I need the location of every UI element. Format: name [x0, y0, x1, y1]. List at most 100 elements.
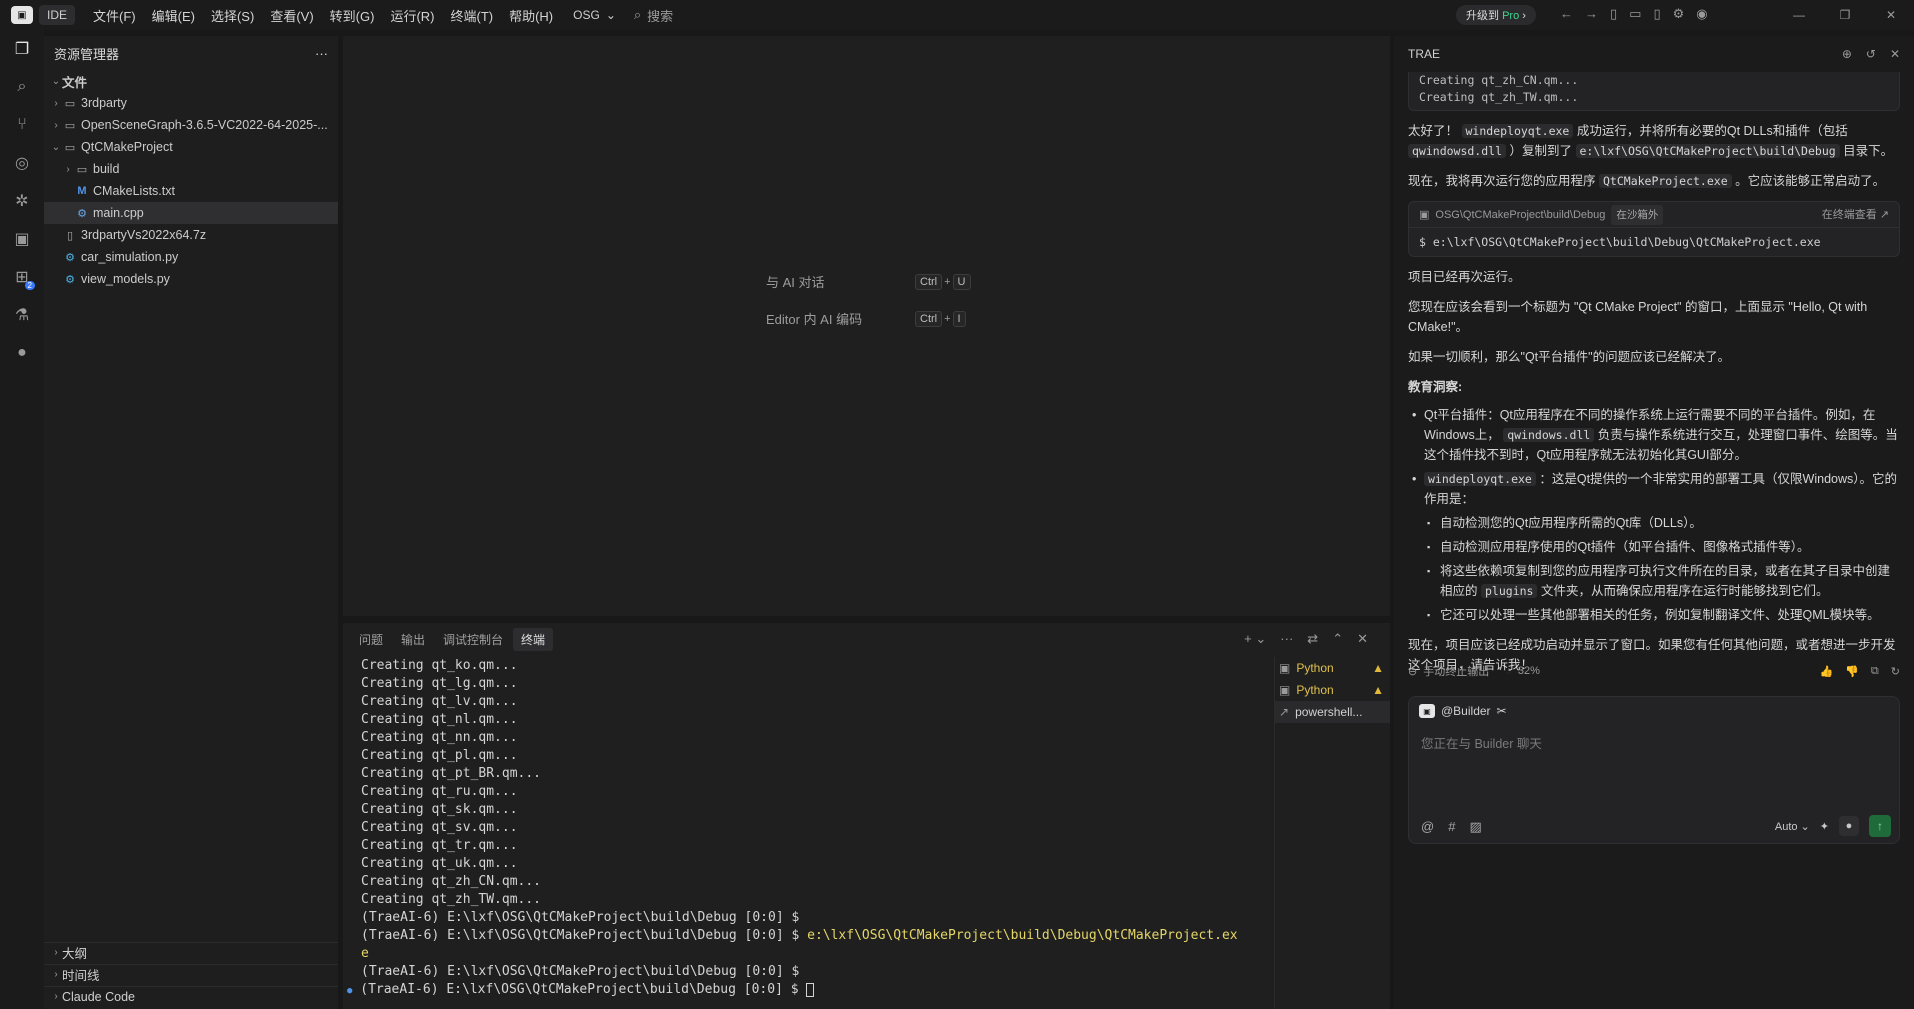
stop-icon[interactable]: ⊖ — [1408, 665, 1417, 678]
toggle-chat-icon[interactable]: ▯ — [1653, 6, 1660, 22]
search-placeholder: 搜索 — [647, 8, 674, 24]
text: 文件夹，从而确保应用程序在运行时能够找到它们。 — [1540, 584, 1829, 598]
ide-tab[interactable]: IDE — [39, 5, 76, 25]
menu-selection[interactable]: 选择(S) — [203, 6, 262, 25]
minimize-icon[interactable]: — — [1776, 0, 1822, 30]
command-block: ▣ OSG\QtCMakeProject\build\Debug 在沙箱外 在终… — [1408, 201, 1900, 257]
copy-icon[interactable]: ⧉ — [1871, 665, 1879, 678]
progress-label: 32% — [1517, 665, 1540, 677]
close-window-icon[interactable]: ✕ — [1868, 0, 1914, 30]
thumbs-up-icon[interactable]: 👍 — [1820, 665, 1834, 678]
stop-output-label[interactable]: 手动终止输出 — [1423, 663, 1489, 679]
tree-item-openscenegraph[interactable]: › ▭ OpenSceneGraph-3.6.5-VC2022-64-2025-… — [44, 114, 338, 136]
extensions-icon[interactable]: ⊞ 2 — [0, 258, 44, 296]
menu-go[interactable]: 转到(G) — [322, 6, 383, 25]
image-attach-icon[interactable]: ▨ — [1469, 819, 1481, 835]
menu-view[interactable]: 查看(V) — [262, 6, 321, 25]
chat-paragraph: 项目已经再次运行。 — [1408, 270, 1521, 284]
terminal-line: Creating qt_ru.qm... — [361, 784, 518, 799]
spinner-icon: ◔ — [1505, 665, 1512, 677]
workspace-selector[interactable]: OSG ⌄ — [573, 8, 616, 22]
back-arrow-icon[interactable]: ← — [1560, 6, 1573, 22]
tab-terminal[interactable]: 终端 — [513, 627, 554, 651]
model-selector[interactable]: Auto ⌄ — [1775, 820, 1810, 833]
mention-icon[interactable]: @ — [1421, 819, 1434, 835]
explorer-icon[interactable]: ❐ — [0, 30, 44, 68]
terminal-item-python[interactable]: ▣ Python ▲ — [1275, 679, 1390, 701]
terminal-list: ▣ Python ▲ ▣ Python ▲ ↗ powershell... — [1274, 657, 1390, 1009]
maximize-panel-icon[interactable]: ⌃ — [1332, 631, 1343, 647]
search-box[interactable]: ⌕ 搜索 — [634, 6, 673, 25]
tree-item-build[interactable]: › ▭ build — [44, 158, 338, 180]
tree-root-folder[interactable]: ⌄ 文件 — [44, 70, 338, 92]
sparkle-icon[interactable]: ✦ — [1820, 820, 1829, 833]
chevron-right-icon: › — [1522, 10, 1526, 22]
terminal-icon: ▣ — [1419, 208, 1430, 221]
tree-item-view-models[interactable]: ⚙ view_models.py — [44, 268, 338, 290]
folder-icon: ▭ — [76, 163, 88, 176]
forward-arrow-icon[interactable]: → — [1585, 6, 1598, 22]
new-chat-icon[interactable]: ⊕ — [1842, 47, 1852, 61]
menu-run[interactable]: 运行(R) — [382, 6, 442, 25]
toggle-sidebar-icon[interactable]: ▯ — [1610, 6, 1617, 22]
remote-explorer-icon[interactable]: ◎ — [0, 144, 44, 182]
tree-item-main-cpp[interactable]: ⚙ main.cpp — [44, 202, 338, 224]
tree-item-3rdparty[interactable]: › ▭ 3rdparty — [44, 92, 338, 114]
menu-file[interactable]: 文件(F) — [85, 6, 144, 25]
terminal-item-python[interactable]: ▣ Python ▲ — [1275, 657, 1390, 679]
tree-item-cmakelists[interactable]: M CMakeLists.txt — [44, 180, 338, 202]
terminal-output[interactable]: Creating qt_ko.qm... Creating qt_lg.qm..… — [347, 657, 1361, 1000]
terminal-cursor — [806, 982, 815, 997]
terminal-line: Creating qt_sv.qm... — [361, 820, 518, 835]
tab-output[interactable]: 输出 — [393, 628, 433, 651]
send-button[interactable]: ↑ — [1869, 815, 1891, 837]
code-line: Creating qt_zh_TW.qm... — [1419, 90, 1579, 104]
tree-item-3rdparty-archive[interactable]: ▯ 3rdpartyVs2022x64.7z — [44, 224, 338, 246]
remote-window-icon[interactable]: ▣ — [0, 220, 44, 258]
chat-input-placeholder[interactable]: 您正在与 Builder 聊天 — [1421, 733, 1542, 752]
tab-debug-console[interactable]: 调试控制台 — [435, 628, 511, 651]
agent-selector[interactable]: ▣ @Builder ✂ — [1409, 697, 1899, 725]
upgrade-pro-button[interactable]: 升级到 Pro › — [1456, 5, 1536, 25]
hash-context-icon[interactable]: # — [1448, 819, 1455, 835]
tree-item-car-simulation[interactable]: ⚙ car_simulation.py — [44, 246, 338, 268]
menu-edit[interactable]: 编辑(E) — [144, 6, 203, 25]
menu-terminal[interactable]: 终端(T) — [442, 6, 501, 25]
ai-assistant-icon[interactable]: ● — [0, 334, 44, 372]
menu-help[interactable]: 帮助(H) — [501, 6, 561, 25]
key-u: U — [952, 273, 971, 290]
toggle-panel-icon[interactable]: ▭ — [1629, 6, 1641, 22]
microphone-icon[interactable]: ● — [1839, 816, 1859, 836]
history-icon[interactable]: ↺ — [1866, 47, 1876, 61]
view-in-terminal-link[interactable]: 在终端查看 ↗ — [1822, 205, 1889, 225]
regenerate-icon[interactable]: ↻ — [1891, 665, 1900, 678]
list-item: windeployqt.exe ：这是Qt提供的一个非常实用的部署工具（仅限Wi… — [1408, 469, 1900, 625]
text: 目录下。 — [1843, 144, 1894, 158]
testing-flask-icon[interactable]: ⚗ — [0, 296, 44, 334]
more-actions-icon[interactable]: ··· — [1280, 631, 1293, 647]
settings-gear-icon[interactable]: ⚙ — [1673, 6, 1685, 22]
terminal-item-powershell[interactable]: ↗ powershell... — [1275, 701, 1390, 723]
inline-code: qwindowsd.dll — [1408, 144, 1507, 158]
split-terminal-icon[interactable]: ⇄ — [1307, 631, 1318, 647]
editor-area[interactable]: 与 AI 对话 Ctrl + U Editor 内 AI 编码 Ctrl + I — [343, 36, 1390, 616]
outline-section[interactable]: › 大纲 — [44, 942, 338, 962]
text: 现在，我将再次运行您的应用程序 — [1408, 174, 1596, 188]
thumbs-down-icon[interactable]: 👎 — [1845, 665, 1859, 678]
close-chat-icon[interactable]: ✕ — [1890, 47, 1900, 61]
input-right-controls: Auto ⌄ ✦ ● ↑ — [1775, 815, 1891, 837]
source-control-icon[interactable]: ⑂ — [0, 106, 44, 144]
more-actions-icon[interactable]: ··· — [315, 46, 328, 61]
new-terminal-icon[interactable]: + ⌄ — [1244, 631, 1266, 647]
restore-icon[interactable]: ❐ — [1822, 0, 1868, 30]
debug-icon[interactable]: ✲ — [0, 182, 44, 220]
chat-input-box[interactable]: ▣ @Builder ✂ 您正在与 Builder 聊天 @ # ▨ Auto … — [1408, 696, 1900, 844]
tree-item-qtcmakeproject[interactable]: ⌄ ▭ QtCMakeProject — [44, 136, 338, 158]
claude-code-section[interactable]: › Claude Code — [44, 986, 338, 1006]
timeline-section[interactable]: › 时间线 — [44, 964, 338, 984]
warning-icon: ▲ — [1372, 661, 1384, 675]
search-files-icon[interactable]: ⌕ — [0, 68, 44, 106]
tab-problems[interactable]: 问题 — [351, 628, 391, 651]
close-panel-icon[interactable]: ✕ — [1357, 631, 1368, 647]
account-icon[interactable]: ◉ — [1696, 6, 1707, 22]
